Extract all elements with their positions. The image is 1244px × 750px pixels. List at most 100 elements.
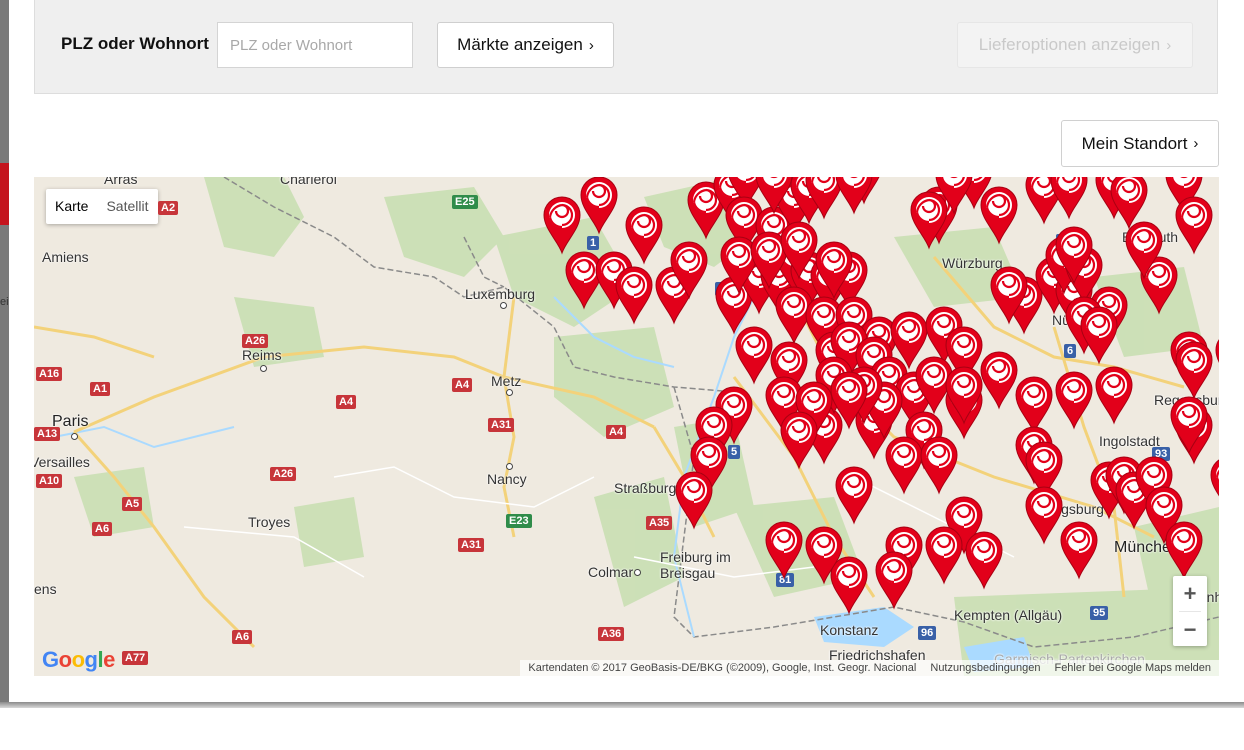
store-marker[interactable] [542,195,582,255]
city-dot-nancy [506,463,513,470]
road-shield: E25 [452,195,478,209]
map-type-control: Karte Satellit [46,189,158,224]
store-marker[interactable] [1049,177,1089,220]
city-label-versailles: Versailles [34,454,90,470]
store-marker[interactable] [919,435,959,495]
map-data-attribution: Kartendaten © 2017 GeoBasis-DE/BKG (©200… [528,662,917,674]
background-text: eig [0,296,9,308]
store-marker[interactable] [1209,455,1219,515]
store-marker[interactable] [614,265,654,325]
show-markets-label: Märkte anzeigen [457,35,583,54]
store-marker[interactable] [779,410,819,470]
store-marker[interactable] [814,240,854,300]
store-marker[interactable] [1124,220,1164,280]
my-location-label: Mein Standort [1081,133,1188,153]
chevron-right-icon: › [1166,36,1172,54]
background-red-banner [0,163,9,225]
show-markets-button[interactable]: Märkte anzeigen › [437,22,614,68]
my-location-button[interactable]: Mein Standort › [1061,120,1219,167]
store-marker[interactable] [1054,225,1094,285]
plz-label: PLZ oder Wohnort [61,34,209,53]
store-marker[interactable] [764,520,804,580]
store-marker[interactable] [834,177,874,215]
road-shield: A16 [36,367,63,381]
terms-link[interactable]: Nutzungsbedingungen [930,662,1040,674]
store-marker[interactable] [674,470,714,530]
store-marker[interactable] [944,365,984,425]
city-label-ens: ens [34,581,57,597]
store-marker[interactable] [1169,395,1209,455]
map-type-satellite-button[interactable]: Satellit [97,189,157,224]
store-marker[interactable] [1094,365,1134,425]
road-shield: 96 [918,626,937,640]
city-label-amiens: Amiens [42,249,89,265]
road-shield: A2 [158,201,179,215]
city-label-kempten: Kempten (Allgäu) [954,607,1063,623]
road-shield: A26 [270,467,297,481]
city-dot-metz [506,389,513,396]
dialog-shadow [0,702,1244,708]
city-dot-colmar [634,569,641,576]
map-attribution-bar: Kartendaten © 2017 GeoBasis-DE/BKG (©200… [520,660,1219,676]
store-marker[interactable] [669,240,709,300]
city-label-luxemburg: Luxemburg [465,286,536,302]
road-shield: A6 [232,630,253,644]
city-label-troyes: Troyes [248,514,291,530]
store-marker[interactable] [1164,520,1204,580]
zoom-control: + − [1173,576,1207,646]
city-label-ingolstadt: Ingolstadt [1099,433,1160,449]
zoom-in-button[interactable]: + [1173,576,1207,611]
store-marker[interactable] [884,435,924,495]
store-marker[interactable] [1024,485,1064,545]
city-dot-paris [71,433,78,440]
store-marker[interactable] [754,177,794,215]
map-type-map-button[interactable]: Karte [46,189,97,224]
store-marker[interactable] [829,370,869,430]
city-label-metz: Metz [491,373,522,389]
city-label-konstanz: Konstanz [820,622,879,638]
store-marker[interactable] [1174,340,1214,400]
store-marker[interactable] [579,177,619,235]
road-shield: A77 [122,651,149,665]
store-marker[interactable] [1054,370,1094,430]
store-marker[interactable] [834,465,874,525]
city-dot-luxemburg [500,302,507,309]
chevron-right-icon: › [1193,135,1199,152]
road-shield: A6 [92,522,113,536]
store-marker[interactable] [924,525,964,585]
store-marker[interactable] [964,530,1004,590]
city-label-arras: Arras [104,177,138,187]
road-shield: A36 [598,627,625,641]
store-marker[interactable] [1174,195,1214,255]
zoom-out-button[interactable]: − [1173,612,1207,647]
store-marker[interactable] [934,177,974,215]
road-shield: A5 [122,497,143,511]
store-marker[interactable] [979,185,1019,245]
road-shield: 95 [1090,606,1109,620]
google-logo: Google [42,647,115,672]
show-delivery-options-label: Lieferoptionen anzeigen [978,35,1161,54]
plz-input[interactable] [217,22,413,68]
city-label-charleroi: Charleroi [280,177,337,187]
road-shield: A26 [242,334,269,348]
store-marker[interactable] [989,265,1029,325]
road-shield: 1 [587,236,600,250]
city-label-colmar: Colmar [588,564,634,580]
store-marker[interactable] [804,525,844,585]
store-marker[interactable] [874,550,914,610]
city-label-nancy: Nancy [487,471,527,487]
road-shield: A10 [36,474,63,488]
store-marker[interactable] [979,350,1019,410]
road-shield: A31 [488,418,515,432]
store-marker[interactable] [1214,330,1219,390]
road-shield: A1 [90,382,111,396]
store-map[interactable]: Karte Satellit Charleroi Arras Amiens Lu… [34,177,1219,676]
store-marker[interactable] [1059,520,1099,580]
road-shield: A4 [452,378,473,392]
store-marker[interactable] [1079,305,1119,365]
report-error-link[interactable]: Fehler bei Google Maps melden [1054,662,1211,674]
road-shield: A31 [458,538,485,552]
show-delivery-options-button[interactable]: Lieferoptionen anzeigen › [957,22,1193,68]
road-shield: A4 [336,395,357,409]
store-marker[interactable] [779,220,819,280]
